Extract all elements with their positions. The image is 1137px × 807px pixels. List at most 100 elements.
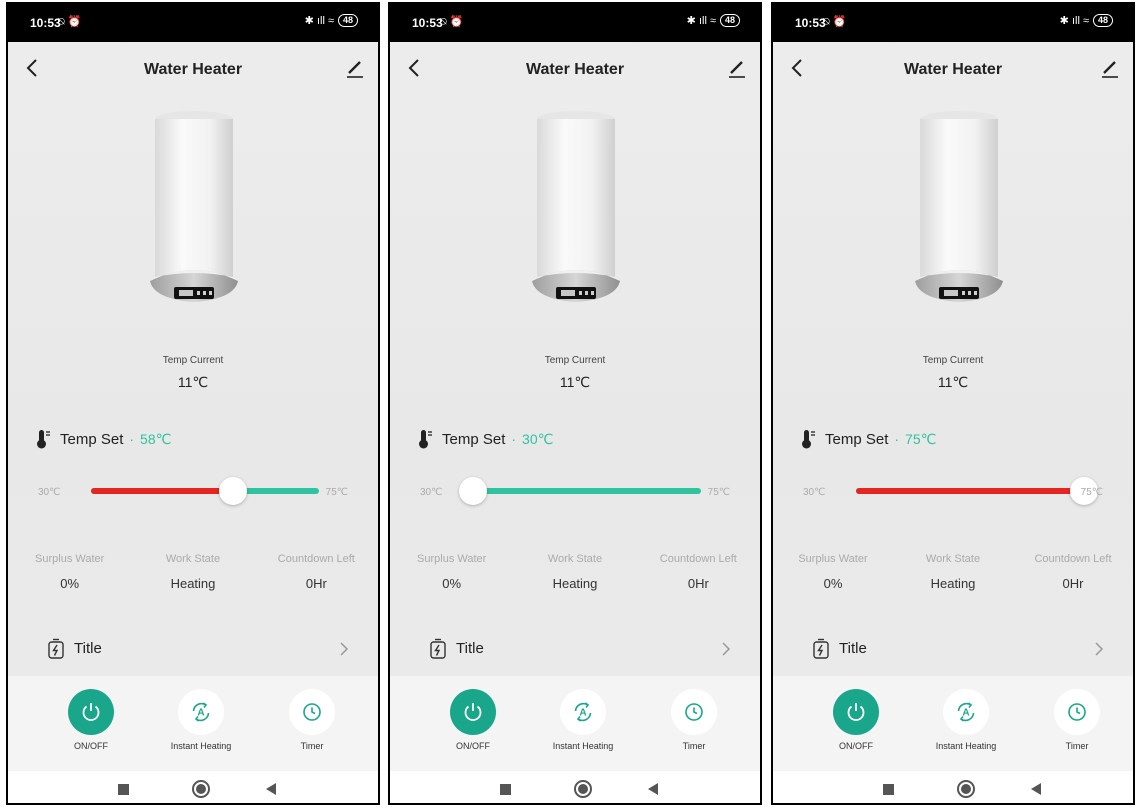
stat-value: Heating — [552, 576, 598, 591]
svg-text:A: A — [962, 708, 969, 719]
clock-icon — [685, 703, 703, 721]
stat-label: Surplus Water — [798, 553, 868, 565]
status-time: 10:53 — [30, 16, 61, 30]
battery-icon: 48 — [1092, 14, 1113, 27]
recents-icon[interactable] — [500, 784, 511, 795]
title-row[interactable]: Title — [8, 632, 378, 664]
nav-bar: Water Heater — [773, 42, 1133, 96]
status-notification-icons: ⍉ ⏰ — [58, 16, 82, 28]
temp-slider-thumb[interactable] — [218, 477, 247, 505]
thermometer-icon — [802, 430, 815, 449]
signal-icons: ✱ ıll ≈ — [304, 15, 334, 27]
temp-current-label: Temp Current — [162, 355, 224, 366]
edit-pencil-icon[interactable] — [1099, 56, 1121, 80]
stats-row: Surplus Water 0% Work State Heating Coun… — [8, 544, 378, 604]
status-time: 10:53 — [412, 16, 443, 30]
temp-slider-track[interactable] — [856, 477, 1098, 505]
stat-value: 0Hr — [305, 576, 327, 591]
temp-set-row: Temp Set · 75℃ — [799, 427, 936, 451]
stat-label: Countdown Left — [659, 553, 737, 565]
instant-heating-icon: A — [574, 702, 592, 722]
timer-action[interactable]: Timer — [1032, 689, 1122, 751]
timer-action[interactable]: Timer — [649, 689, 739, 751]
instant-heating-button[interactable]: A — [943, 689, 989, 735]
action-label: ON/OFF — [456, 741, 490, 751]
action-panel: ON/OFF A Instant Heating Timer — [773, 676, 1133, 771]
timer-button[interactable] — [671, 689, 717, 735]
title-row-label: Title — [839, 640, 867, 657]
thermometer-icon — [37, 430, 50, 449]
instant-heating-button[interactable]: A — [560, 689, 606, 735]
onoff-action[interactable]: ON/OFF — [46, 689, 136, 751]
temp-slider-thumb[interactable] — [459, 477, 487, 505]
stat-surplus-water: Surplus Water 0% — [773, 544, 893, 604]
status-bar: 10:53 ⍉ ⏰ ✱ ıll ≈ 48 — [8, 4, 378, 42]
power-button[interactable] — [450, 689, 496, 735]
home-icon[interactable] — [574, 780, 592, 798]
nav-back-icon[interactable] — [648, 783, 658, 795]
home-icon[interactable] — [957, 780, 975, 798]
chevron-right-icon — [340, 642, 349, 656]
onoff-action[interactable]: ON/OFF — [811, 689, 901, 751]
edit-pencil-icon[interactable] — [726, 56, 748, 80]
nav-back-icon[interactable] — [266, 783, 276, 795]
power-button[interactable] — [68, 689, 114, 735]
instant-heating-button[interactable]: A — [178, 689, 224, 735]
temp-slider-track[interactable] — [91, 477, 319, 505]
home-icon[interactable] — [192, 780, 210, 798]
timer-button[interactable] — [1054, 689, 1100, 735]
stat-label: Surplus Water — [417, 553, 487, 565]
action-label: Timer — [682, 741, 706, 751]
water-heater-image — [150, 111, 238, 302]
stat-countdown-left: Countdown Left 0Hr — [1013, 544, 1133, 604]
instant-heating-icon: A — [192, 702, 210, 722]
power-button[interactable] — [833, 689, 879, 735]
phone-screen: 10:53 ⍉ ⏰ ✱ ıll ≈ 48 Water Heater Temp C… — [771, 2, 1135, 805]
action-label: Timer — [300, 741, 324, 751]
instant-heating-action[interactable]: A Instant Heating — [156, 689, 246, 751]
stat-label: Work State — [547, 553, 603, 565]
temp-slider-track[interactable] — [459, 477, 701, 505]
recents-icon[interactable] — [118, 784, 129, 795]
temp-set-separator: · — [511, 431, 517, 447]
edit-pencil-icon[interactable] — [344, 56, 366, 80]
temp-set-label: Temp Set — [60, 430, 124, 448]
signal-icons: ✱ ıll ≈ — [1059, 15, 1089, 27]
recents-icon[interactable] — [883, 784, 894, 795]
status-connectivity: ✱ ıll ≈ 48 — [305, 14, 358, 27]
timer-bolt-icon — [813, 638, 829, 659]
stat-countdown-left: Countdown Left 0Hr — [637, 544, 760, 604]
phone-screen: 10:53 ⍉ ⏰ ✱ ıll ≈ 48 Water Heater Temp C… — [388, 2, 762, 805]
battery-icon: 48 — [719, 14, 740, 27]
temp-set-value: 58℃ — [140, 430, 172, 447]
temp-slider-fill — [856, 488, 1084, 494]
stat-value: 0% — [60, 576, 80, 591]
stat-countdown-left: Countdown Left 0Hr — [255, 544, 378, 604]
temp-current-label: Temp Current — [544, 355, 606, 366]
water-heater-image — [532, 111, 620, 302]
timer-bolt-icon — [430, 638, 446, 659]
nav-back-icon[interactable] — [1031, 783, 1041, 795]
stat-value: 0% — [442, 576, 462, 591]
title-row[interactable]: Title — [773, 632, 1133, 664]
timer-bolt-icon — [48, 638, 64, 659]
temp-slider-fill — [91, 488, 233, 494]
stat-value: 0% — [823, 576, 843, 591]
instant-heating-action[interactable]: A Instant Heating — [538, 689, 628, 751]
title-row[interactable]: Title — [390, 632, 760, 664]
timer-action[interactable]: Timer — [267, 689, 357, 751]
timer-button[interactable] — [289, 689, 335, 735]
stat-work-state: Work State Heating — [131, 544, 254, 604]
temp-set-separator: · — [894, 431, 900, 447]
clock-icon — [1068, 703, 1086, 721]
power-icon — [847, 703, 865, 721]
stat-surplus-water: Surplus Water 0% — [8, 544, 131, 604]
onoff-action[interactable]: ON/OFF — [428, 689, 518, 751]
water-heater-image — [915, 111, 1003, 302]
title-row-label: Title — [456, 640, 484, 657]
instant-heating-action[interactable]: A Instant Heating — [921, 689, 1011, 751]
chevron-right-icon — [1095, 642, 1104, 656]
stat-label: Work State — [925, 553, 981, 565]
battery-icon: 48 — [337, 14, 358, 27]
nav-bar: Water Heater — [8, 42, 378, 96]
